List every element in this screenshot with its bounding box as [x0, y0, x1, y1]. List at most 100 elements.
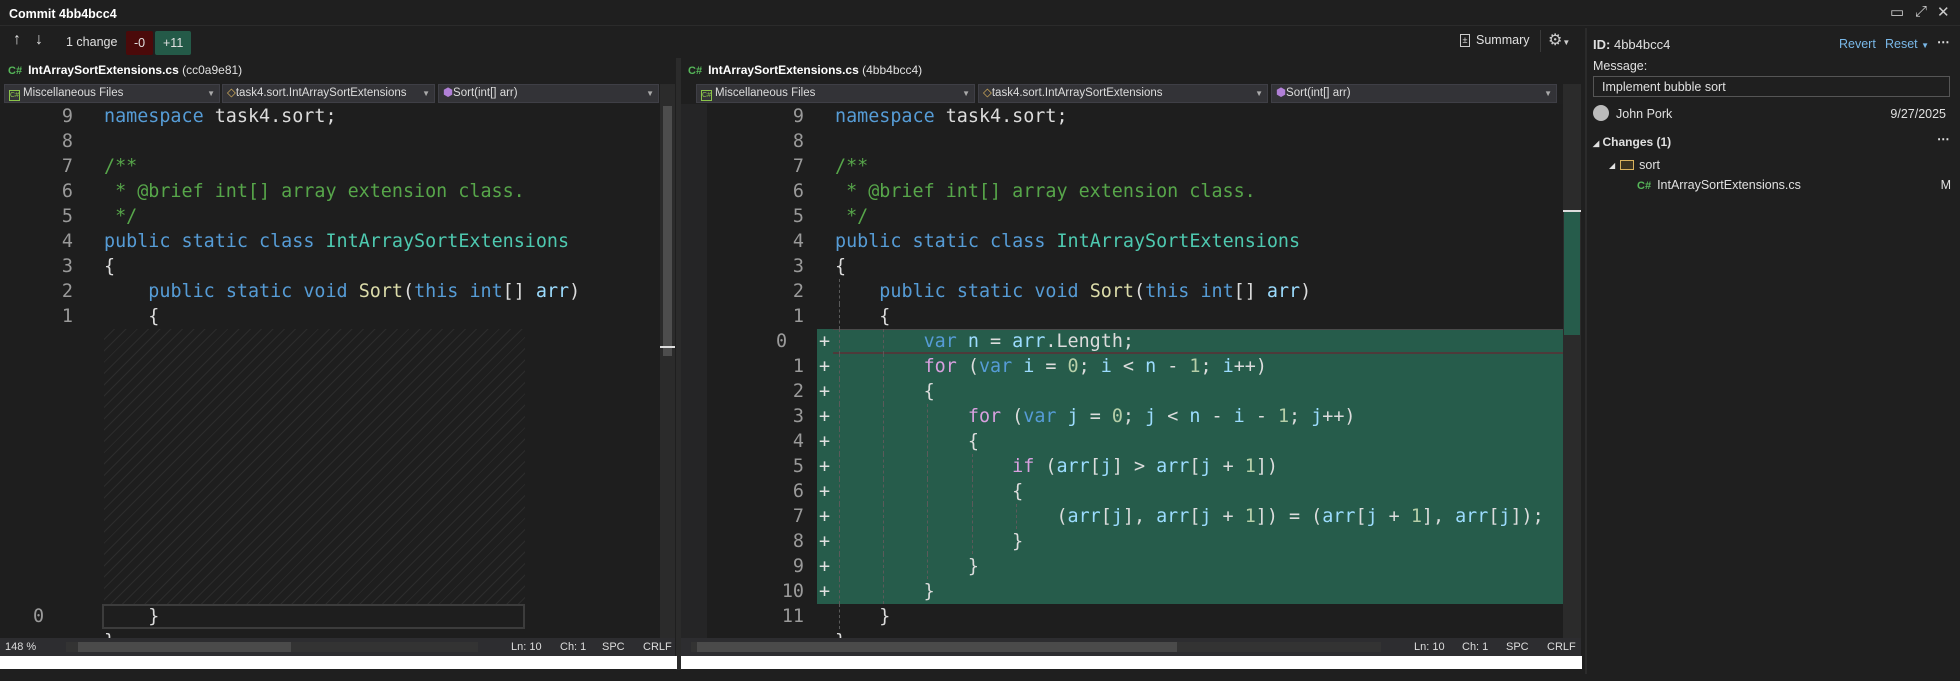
code-line[interactable]: +7 (arr[j], arr[j + 1]) = (arr[j + 1], a… — [707, 504, 1563, 529]
left-vertical-scrollbar[interactable] — [660, 84, 675, 638]
code-line[interactable]: 6 * @brief int[] array extension class. — [707, 179, 1563, 204]
code-token: - — [1244, 406, 1278, 427]
scrollbar-thumb[interactable] — [78, 642, 291, 652]
code-line[interactable]: } — [707, 629, 1563, 638]
code-text: } — [835, 579, 935, 604]
code-token: = — [978, 331, 1013, 352]
revert-button[interactable]: Revert — [1839, 37, 1876, 51]
whitespace-indicator[interactable]: SPC — [1506, 638, 1529, 656]
changed-file-item[interactable]: C# IntArraySortExtensions.cs M — [1637, 178, 1957, 192]
summary-label: Summary — [1476, 33, 1530, 47]
added-line-plus-icon: + — [819, 331, 831, 352]
code-token: ]) — [1255, 456, 1278, 477]
code-line[interactable]: 8 — [0, 129, 660, 154]
code-line[interactable]: +6 { — [707, 479, 1563, 504]
whitespace-indicator[interactable]: SPC — [602, 638, 625, 656]
code-token: n — [1189, 406, 1201, 427]
more-options-icon[interactable]: ⋯ — [1937, 34, 1950, 49]
close-icon[interactable]: ✕ — [1937, 3, 1950, 21]
right-member-dropdown[interactable]: ⬢Sort(int[] arr) ▼ — [1271, 84, 1557, 103]
code-line[interactable]: 11 } — [707, 604, 1563, 629]
code-line[interactable]: 8 — [707, 129, 1563, 154]
code-line[interactable]: 4 public static class IntArraySortExtensi… — [0, 229, 660, 254]
summary-button[interactable]: ± Summary — [1460, 33, 1529, 47]
code-line[interactable]: 1 { — [0, 304, 660, 329]
code-token: i — [1023, 356, 1035, 377]
settings-gear-icon[interactable]: ⚙▼ — [1548, 30, 1570, 50]
left-member-dropdown[interactable]: ⬢Sort(int[] arr) ▼ — [438, 84, 659, 103]
reset-button[interactable]: Reset ▼ — [1885, 37, 1929, 51]
code-line[interactable]: 5 */ — [0, 204, 660, 229]
code-token: static — [912, 231, 979, 252]
code-line[interactable]: +0 var n = arr.Length; — [707, 329, 1563, 354]
code-line[interactable]: +8 } — [707, 529, 1563, 554]
right-type-dropdown[interactable]: ◇task4.sort.IntArraySortExtensions ▼ — [978, 84, 1268, 103]
zoom-level[interactable]: 148 % — [5, 638, 36, 656]
code-line[interactable]: +2 { — [707, 379, 1563, 404]
code-line[interactable]: 5 */ — [707, 204, 1563, 229]
code-token: arr — [1322, 506, 1356, 527]
left-find-bar[interactable] — [0, 656, 677, 669]
code-text: namespace task4.sort; — [835, 104, 1068, 129]
code-token: static — [956, 281, 1024, 302]
code-line[interactable]: +3 for (var j = 0; j < n - i - 1; j++) — [707, 404, 1563, 429]
code-token: { — [835, 381, 935, 402]
code-token: + — [1211, 456, 1245, 477]
line-number: 8 — [792, 131, 804, 152]
code-line[interactable]: 7 /** — [0, 154, 660, 179]
code-line[interactable]: 1 { — [707, 304, 1563, 329]
right-project-dropdown[interactable]: C# Miscellaneous Files ▼ — [696, 84, 975, 103]
code-line[interactable]: 2 public static void Sort(this int[] arr… — [707, 279, 1563, 304]
commit-date: 9/27/2025 — [1890, 107, 1946, 121]
dropdown-value: Miscellaneous Files — [715, 87, 816, 99]
csharp-project-icon: C# — [9, 90, 20, 101]
column-indicator: Ch: 1 — [1462, 641, 1489, 653]
code-token: n — [967, 331, 979, 352]
right-code-editor[interactable]: 9 namespace task4.sort; 8 7/** 6 * @brief in… — [707, 104, 1563, 638]
folder-tree-item[interactable]: ◢ sort — [1609, 158, 1660, 172]
scrollbar-thumb[interactable] — [697, 642, 1177, 652]
line-ending-indicator[interactable]: CRLF — [643, 638, 672, 656]
right-file-header: C# IntArraySortExtensions.cs (4bb4bcc4) — [688, 63, 922, 77]
left-type-dropdown[interactable]: ◇task4.sort.IntArraySortExtensions ▼ — [222, 84, 435, 103]
right-find-bar[interactable] — [681, 656, 1582, 669]
next-change-arrow-icon[interactable]: ↓ — [35, 31, 43, 49]
right-vertical-scrollbar[interactable] — [1563, 84, 1581, 638]
code-line[interactable]: +1 for (var i = 0; i < n - 1; i++) — [707, 354, 1563, 379]
code-token: 1 — [1277, 406, 1290, 427]
code-line[interactable]: 9 namespace task4.sort; — [707, 104, 1563, 129]
code-line[interactable]: +4 { — [707, 429, 1563, 454]
line-ending-indicator[interactable]: CRLF — [1547, 638, 1576, 656]
code-line[interactable]: 3{ — [707, 254, 1563, 279]
previous-change-arrow-icon[interactable]: ↑ — [13, 31, 21, 49]
code-line[interactable]: 9 namespace task4.sort; — [0, 104, 660, 129]
code-text: } — [835, 604, 890, 629]
code-line[interactable]: } — [0, 629, 660, 638]
scrollbar-thumb[interactable] — [663, 106, 672, 356]
code-line[interactable]: 6 * @brief int[] array extension class. — [0, 179, 660, 204]
chevron-down-icon: ▼ — [1544, 89, 1552, 98]
message-field[interactable]: Implement bubble sort — [1593, 76, 1950, 97]
left-project-dropdown[interactable]: C# Miscellaneous Files ▼ — [4, 84, 220, 103]
code-line[interactable]: 2 public static void Sort(this int[] arr… — [0, 279, 660, 304]
code-line[interactable]: 7 /** — [707, 154, 1563, 179]
code-line[interactable]: 4 public static class IntArraySortExtensi… — [707, 229, 1563, 254]
code-line[interactable]: +9 } — [707, 554, 1563, 579]
code-line[interactable]: 3{ — [0, 254, 660, 279]
code-line[interactable]: +5 if (arr[j] > arr[j + 1]) — [707, 454, 1563, 479]
dock-icon[interactable]: ▭ — [1890, 3, 1904, 21]
code-line[interactable]: 0 } — [0, 604, 660, 629]
code-token: Sort — [1089, 281, 1134, 302]
code-line[interactable]: +10 } — [707, 579, 1563, 604]
code-token: * @brief int[] array extension class. — [104, 181, 525, 202]
changes-more-icon[interactable]: ⋯ — [1937, 131, 1950, 146]
maximize-icon[interactable]: ⤢ — [1915, 3, 1927, 20]
left-code-editor[interactable]: 9 namespace task4.sort; 8 7/** 6 * @brief in… — [0, 104, 660, 638]
code-token: 1 — [1244, 506, 1256, 527]
changes-section-header[interactable]: ◢ Changes (1) — [1593, 135, 1671, 149]
